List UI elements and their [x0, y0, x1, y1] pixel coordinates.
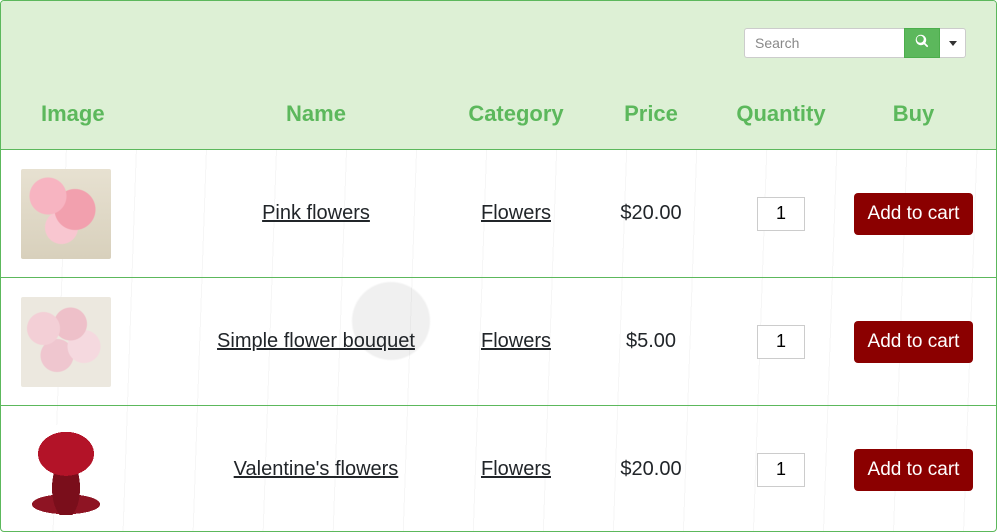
quantity-input[interactable] [757, 197, 805, 231]
product-thumbnail [21, 169, 111, 259]
product-row: Pink flowers Flowers $20.00 Add to cart [1, 149, 996, 277]
product-thumbnail [21, 425, 111, 515]
col-header-price: Price [591, 101, 711, 127]
product-name-link[interactable]: Pink flowers [262, 202, 370, 224]
cell-price: $20.00 [591, 458, 711, 481]
cell-price: $20.00 [591, 202, 711, 225]
product-price: $20.00 [620, 202, 681, 224]
cell-buy: Add to cart [851, 321, 976, 363]
panel-header: Image Name Category Price Quantity Buy [1, 1, 996, 149]
cell-category: Flowers [441, 202, 591, 225]
quantity-input[interactable] [757, 325, 805, 359]
caret-down-icon [949, 41, 957, 46]
product-category-link[interactable]: Flowers [481, 330, 551, 352]
add-to-cart-button[interactable]: Add to cart [854, 321, 974, 363]
cell-quantity [711, 197, 851, 231]
col-header-category: Category [441, 101, 591, 127]
cell-image [21, 169, 191, 259]
add-to-cart-button[interactable]: Add to cart [854, 449, 974, 491]
cell-name: Pink flowers [191, 202, 441, 225]
quantity-input[interactable] [757, 453, 805, 487]
cell-price: $5.00 [591, 330, 711, 353]
cell-category: Flowers [441, 458, 591, 481]
product-category-link[interactable]: Flowers [481, 458, 551, 480]
cell-image [21, 297, 191, 387]
col-header-quantity: Quantity [711, 101, 851, 127]
cell-buy: Add to cart [851, 193, 976, 235]
cell-name: Simple flower bouquet [191, 330, 441, 353]
product-row: Valentine's flowers Flowers $20.00 Add t… [1, 405, 996, 532]
product-name-link[interactable]: Simple flower bouquet [217, 330, 415, 352]
column-headers: Image Name Category Price Quantity Buy [1, 101, 996, 127]
product-thumbnail [21, 297, 111, 387]
product-name-link[interactable]: Valentine's flowers [234, 458, 399, 480]
search-icon [915, 34, 929, 53]
products-panel: Image Name Category Price Quantity Buy P… [0, 0, 997, 532]
cell-category: Flowers [441, 330, 591, 353]
product-row: Simple flower bouquet Flowers $5.00 Add … [1, 277, 996, 405]
cell-name: Valentine's flowers [191, 458, 441, 481]
search-button[interactable] [904, 28, 940, 58]
search-dropdown-toggle[interactable] [940, 28, 966, 58]
product-price: $5.00 [626, 330, 676, 352]
col-header-name: Name [191, 101, 441, 127]
search-group [744, 28, 966, 58]
col-header-buy: Buy [851, 101, 976, 127]
cell-quantity [711, 325, 851, 359]
cell-buy: Add to cart [851, 449, 976, 491]
search-input[interactable] [744, 28, 904, 58]
product-price: $20.00 [620, 458, 681, 480]
product-category-link[interactable]: Flowers [481, 202, 551, 224]
col-header-image: Image [41, 101, 191, 127]
cell-quantity [711, 453, 851, 487]
add-to-cart-button[interactable]: Add to cart [854, 193, 974, 235]
cell-image [21, 425, 191, 515]
